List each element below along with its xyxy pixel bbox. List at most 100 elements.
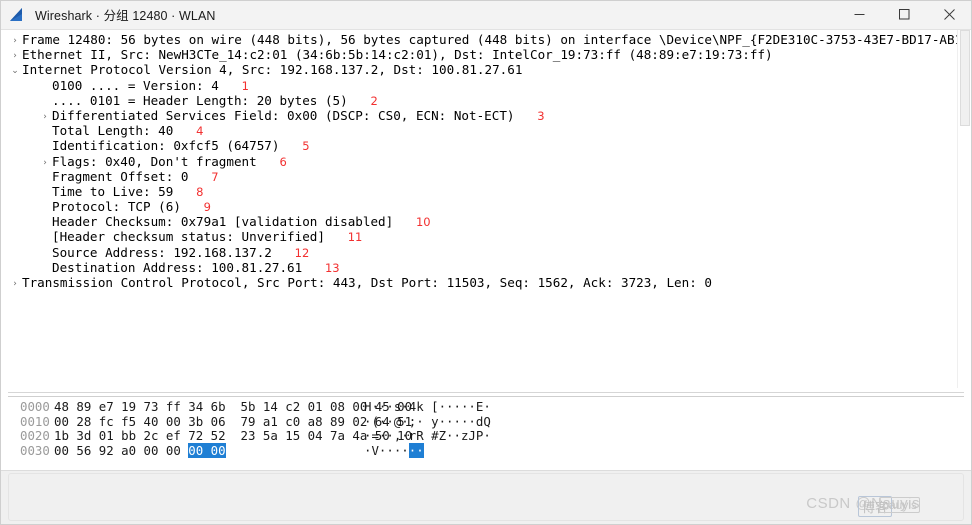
status-bar-inner [8, 473, 964, 521]
annotation-number: 5 [302, 139, 310, 154]
window-controls [837, 0, 972, 30]
annotation-gap [325, 229, 348, 244]
tree-row-label: Flags: 0x40, Don't fragment [52, 153, 257, 169]
annotation-number: 13 [324, 260, 340, 275]
tree-row-label: Frame 12480: 56 bytes on wire (448 bits)… [22, 32, 964, 47]
hex-offset: 0010 [20, 413, 50, 429]
hex-ascii-plain: ·V···· [364, 442, 409, 458]
hex-ascii[interactable]: ·V······ [364, 442, 424, 459]
annotation-number: 8 [196, 184, 204, 199]
tree-row-label: Source Address: 192.168.137.2 [52, 244, 272, 260]
annotation-gap [173, 184, 196, 199]
tree-row-label: Fragment Offset: 0 [52, 168, 189, 184]
hex-offset: 0000 [20, 399, 50, 414]
hex-ascii-plain: ·=··,·rR #Z··zJP· [364, 428, 491, 444]
tree-row-label: Identification: 0xfcf5 (64757) [52, 138, 280, 154]
hex-offset: 0030 [20, 442, 50, 458]
minimize-button[interactable] [837, 0, 882, 30]
tree-row-label: Protocol: TCP (6) [52, 199, 181, 215]
tree-row-label: Internet Protocol Version 4, Src: 192.16… [22, 62, 523, 78]
scrollbar-thumb[interactable] [960, 30, 970, 126]
tree-row[interactable]: ·Source Address: 192.168.137.2 12 [8, 245, 948, 260]
packet-bytes-pane[interactable]: 0000 48 89 e7 19 73 ff 34 6b 5b 14 c2 01 … [8, 396, 964, 468]
tree-row[interactable]: ·Destination Address: 100.81.27.61 13 [8, 260, 948, 275]
annotation-number: 3 [537, 108, 545, 123]
annotation-number: 7 [211, 169, 219, 184]
hex-ascii-plain: ·(··@·;· y·····dQ [364, 413, 491, 429]
annotation-number: 12 [294, 245, 310, 260]
splitter-line [8, 392, 964, 393]
tree-row[interactable]: › Transmission Control Protocol, Src Port… [8, 275, 948, 290]
annotation-gap [219, 78, 242, 93]
hex-ascii[interactable]: ·=··,·rR #Z··zJP· [364, 428, 491, 444]
annotation-gap [181, 199, 204, 214]
tree-row[interactable]: ·Time to Live: 59 8 [8, 184, 948, 199]
wireshark-fin-icon [9, 7, 27, 23]
tree-row[interactable]: ·Identification: 0xfcf5 (64757) 5 [8, 138, 948, 153]
detail-pane-scrollbar[interactable] [957, 30, 972, 388]
hex-dump[interactable]: 0000 48 89 e7 19 73 ff 34 6b 5b 14 c2 01 … [8, 399, 491, 459]
hex-row[interactable]: 0030 00 56 92 a0 00 00 00 00 ·V······ [8, 442, 491, 459]
tree-row-label: Differentiated Services Field: 0x00 (DSC… [52, 107, 515, 123]
tree-row[interactable]: › Frame 12480: 56 bytes on wire (448 bits… [8, 32, 964, 47]
annotation-gap [272, 245, 295, 260]
tree-row-label: [Header checksum status: Unverified] [52, 229, 325, 245]
title-bar: Wireshark · 分组 12480 · WLAN [0, 0, 972, 30]
wireshark-packet-detail-window: Wireshark · 分组 12480 · WLAN › Frame 12480… [0, 0, 972, 525]
tree-row-label: Ethernet II, Src: NewH3CTe_14:c2:01 (34:… [22, 47, 773, 63]
pane-splitter[interactable] [8, 390, 964, 395]
hex-bytes-plain: 00 56 92 a0 00 00 [54, 442, 189, 458]
tree-row-label: Destination Address: 100.81.27.61 [52, 259, 303, 275]
tree-row[interactable]: ·Fragment Offset: 0 7 [8, 169, 948, 184]
hex-ascii[interactable]: ·(··@·;· y·····dQ [364, 413, 491, 430]
hex-bytes[interactable]: 00 28 fc f5 40 00 3b 06 79 a1 c0 a8 89 0… [54, 414, 412, 430]
tree-row-label: Total Length: 40 [52, 123, 174, 139]
tree-row[interactable]: ⌄ Internet Protocol Version 4, Src: 192.1… [8, 62, 948, 77]
maximize-button[interactable] [882, 0, 927, 30]
hex-bytes[interactable]: 1b 3d 01 bb 2c ef 72 52 23 5a 15 04 7a 4… [54, 429, 412, 444]
window-title: Wireshark · 分组 12480 · WLAN [35, 9, 216, 23]
tree-row-label: 0100 .... = Version: 4 [52, 77, 219, 93]
hex-row[interactable]: 0010 00 28 fc f5 40 00 3b 06 79 a1 c0 a8 … [8, 413, 491, 430]
tree-row[interactable]: › Ethernet II, Src: NewH3CTe_14:c2:01 (34… [8, 47, 948, 62]
hex-bytes[interactable]: 00 56 92 a0 00 00 00 00 [54, 442, 364, 459]
chevron-right-icon[interactable]: › [8, 277, 22, 292]
tree-row[interactable]: › Differentiated Services Field: 0x00 (DS… [8, 108, 948, 123]
status-bar [0, 470, 972, 525]
tree-row[interactable]: ·0100 .... = Version: 4 1 [8, 78, 948, 93]
tree-row[interactable]: ·Protocol: TCP (6) 9 [8, 199, 948, 214]
hex-row[interactable]: 0000 48 89 e7 19 73 ff 34 6b 5b 14 c2 01 … [8, 399, 491, 415]
annotation-gap [302, 260, 325, 275]
close-button[interactable] [927, 0, 972, 30]
annotation-gap [348, 93, 371, 108]
annotation-gap [257, 154, 280, 169]
annotation-gap [279, 138, 302, 153]
annotation-gap [188, 169, 211, 184]
protocol-tree[interactable]: › Frame 12480: 56 bytes on wire (448 bits… [8, 32, 964, 290]
annotation-gap [173, 123, 196, 138]
hex-offset: 0020 [20, 428, 50, 444]
tree-row[interactable]: ·[Header checksum status: Unverified] 11 [8, 229, 948, 244]
annotation-number: 9 [203, 200, 211, 215]
tree-row[interactable]: ·Header Checksum: 0x79a1 [validation dis… [8, 214, 948, 229]
tree-row[interactable]: ·Total Length: 40 4 [8, 123, 948, 138]
annotation-number: 2 [370, 93, 378, 108]
annotation-gap [393, 214, 416, 229]
annotation-number: 1 [241, 78, 249, 93]
tree-row-label: Transmission Control Protocol, Src Port:… [22, 275, 712, 290]
hex-ascii-selected[interactable]: ·· [408, 442, 424, 458]
tree-row[interactable]: ·.... 0101 = Header Length: 20 bytes (5)… [8, 93, 948, 108]
packet-detail-pane[interactable]: › Frame 12480: 56 bytes on wire (448 bits… [8, 30, 964, 388]
tree-row-label: Time to Live: 59 [52, 183, 174, 199]
hex-ascii[interactable]: H···s·4k [·····E· [364, 399, 491, 415]
annotation-number: 4 [196, 124, 204, 139]
tree-row[interactable]: › Flags: 0x40, Don't fragment 6 [8, 154, 948, 169]
annotation-number: 10 [415, 215, 431, 230]
hex-row[interactable]: 0020 1b 3d 01 bb 2c ef 72 52 23 5a 15 04 … [8, 428, 491, 444]
tree-row-label: .... 0101 = Header Length: 20 bytes (5) [52, 92, 348, 108]
hex-bytes-selected[interactable]: 00 00 [188, 442, 226, 458]
hex-bytes[interactable]: 48 89 e7 19 73 ff 34 6b 5b 14 c2 01 08 0… [54, 399, 412, 415]
tree-row-label: Header Checksum: 0x79a1 [validation disa… [52, 214, 394, 230]
annotation-number: 11 [347, 230, 363, 245]
annotation-gap [515, 108, 538, 123]
